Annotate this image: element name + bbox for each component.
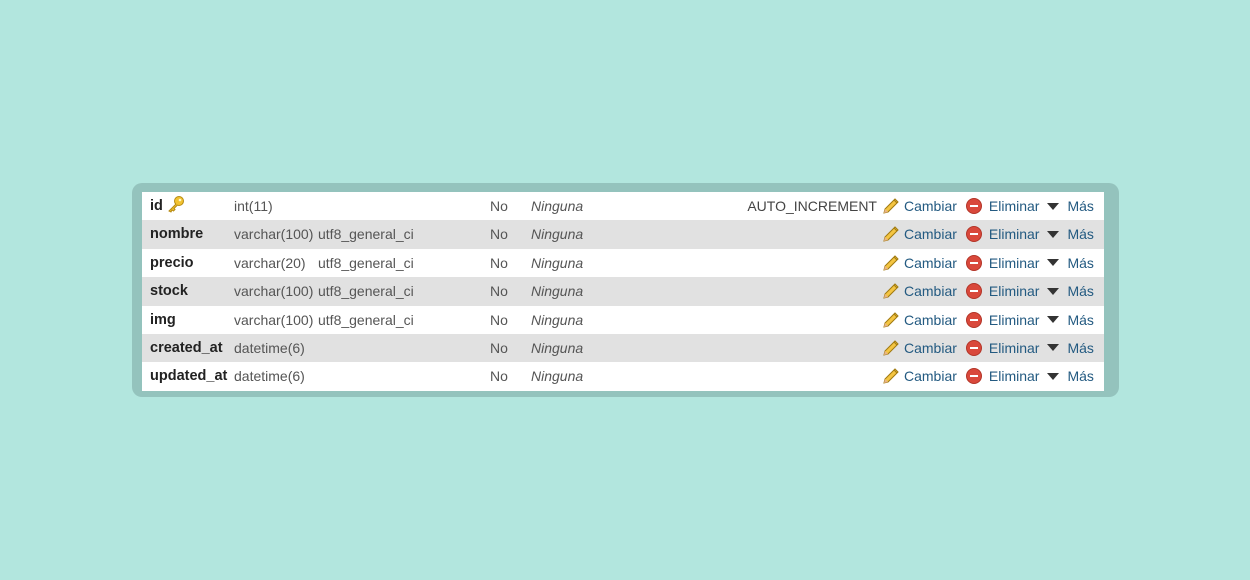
column-type: varchar(20): [234, 254, 306, 271]
drop-icon[interactable]: [965, 339, 982, 356]
chevron-down-icon[interactable]: [1047, 372, 1060, 380]
column-type: varchar(100): [234, 226, 314, 243]
table-row: created_at datetime(6) No Ninguna Cambia…: [142, 333, 1104, 363]
table-row: updated_at datetime(6) No Ninguna Cambia…: [142, 362, 1104, 391]
column-collation: utf8_general_ci: [318, 254, 414, 271]
column-null: No: [490, 311, 508, 328]
row-actions: Cambiar Eliminar Más: [882, 249, 1094, 277]
column-default: Ninguna: [531, 339, 584, 356]
column-name: updated_at: [150, 368, 228, 385]
drop-button[interactable]: Eliminar: [989, 249, 1040, 277]
row-actions: Cambiar Eliminar Más: [882, 220, 1094, 248]
column-name: precio: [150, 254, 194, 271]
change-button[interactable]: Cambiar: [904, 362, 957, 390]
drop-button[interactable]: Eliminar: [989, 277, 1040, 305]
drop-button[interactable]: Eliminar: [989, 220, 1040, 248]
drop-icon[interactable]: [965, 226, 982, 243]
row-actions: Cambiar Eliminar Más: [882, 306, 1094, 334]
column-null: No: [490, 198, 508, 214]
column-collation: utf8_general_ci: [318, 311, 414, 328]
column-name: created_at: [150, 339, 223, 356]
more-button[interactable]: Más: [1067, 362, 1093, 390]
table-row: id int(11) No Ninguna AUTO_INCREMENT Cam…: [142, 192, 1104, 221]
table-row: stock varchar(100) utf8_general_ci No Ni…: [142, 277, 1104, 306]
column-name: nombre: [150, 226, 204, 243]
chevron-down-icon[interactable]: [1047, 259, 1060, 267]
more-button[interactable]: Más: [1067, 220, 1093, 248]
table-row: precio varchar(20) utf8_general_ci No Ni…: [142, 248, 1104, 278]
drop-icon[interactable]: [965, 368, 982, 385]
pencil-icon[interactable]: [882, 254, 900, 272]
more-button[interactable]: Más: [1067, 306, 1093, 334]
structure-table: id int(11) No Ninguna AUTO_INCREMENT Cam…: [142, 192, 1104, 391]
pencil-icon[interactable]: [882, 282, 900, 300]
column-default: Ninguna: [531, 368, 584, 385]
column-extra: AUTO_INCREMENT: [747, 198, 877, 214]
pencil-icon[interactable]: [882, 367, 900, 385]
column-default: Ninguna: [531, 283, 584, 300]
column-default: Ninguna: [531, 226, 584, 243]
column-name: stock: [150, 283, 188, 300]
pencil-icon[interactable]: [882, 225, 900, 243]
change-button[interactable]: Cambiar: [904, 192, 957, 220]
pencil-icon[interactable]: [882, 311, 900, 329]
column-type: int(11): [234, 198, 273, 214]
column-collation: utf8_general_ci: [318, 226, 414, 243]
column-type: datetime(6): [234, 339, 305, 356]
column-null: No: [490, 339, 508, 356]
column-null: No: [490, 368, 508, 385]
row-actions: Cambiar Eliminar Más: [882, 362, 1094, 390]
drop-icon[interactable]: [965, 254, 982, 271]
more-button[interactable]: Más: [1067, 334, 1093, 362]
drop-button[interactable]: Eliminar: [989, 334, 1040, 362]
pencil-icon[interactable]: [882, 339, 900, 357]
drop-button[interactable]: Eliminar: [989, 192, 1040, 220]
column-default: Ninguna: [531, 254, 584, 271]
chevron-down-icon[interactable]: [1047, 202, 1060, 210]
drop-button[interactable]: Eliminar: [989, 306, 1040, 334]
column-name: img: [150, 311, 176, 328]
drop-icon[interactable]: [965, 283, 982, 300]
chevron-down-icon[interactable]: [1047, 344, 1060, 352]
column-type: varchar(100): [234, 311, 314, 328]
chevron-down-icon[interactable]: [1047, 287, 1060, 295]
change-button[interactable]: Cambiar: [904, 249, 957, 277]
drop-icon[interactable]: [965, 311, 982, 328]
column-default: Ninguna: [531, 311, 584, 328]
column-default: Ninguna: [531, 198, 584, 214]
change-button[interactable]: Cambiar: [904, 306, 957, 334]
chevron-down-icon[interactable]: [1047, 230, 1060, 238]
drop-button[interactable]: Eliminar: [989, 362, 1040, 390]
column-null: No: [490, 226, 508, 243]
row-actions: Cambiar Eliminar Más: [882, 277, 1094, 305]
more-button[interactable]: Más: [1067, 192, 1093, 220]
primary-key-icon: [168, 196, 184, 213]
drop-icon[interactable]: [965, 198, 982, 214]
column-null: No: [490, 254, 508, 271]
column-type: varchar(100): [234, 283, 314, 300]
column-collation: utf8_general_ci: [318, 283, 414, 300]
change-button[interactable]: Cambiar: [904, 220, 957, 248]
column-name: id: [150, 192, 186, 220]
row-actions: Cambiar Eliminar Más: [882, 334, 1094, 362]
row-actions: Cambiar Eliminar Más: [882, 192, 1094, 220]
change-button[interactable]: Cambiar: [904, 277, 957, 305]
chevron-down-icon[interactable]: [1047, 316, 1060, 324]
table-row: img varchar(100) utf8_general_ci No Ning…: [142, 305, 1104, 334]
table-frame: id int(11) No Ninguna AUTO_INCREMENT Cam…: [132, 183, 1119, 397]
more-button[interactable]: Más: [1067, 277, 1093, 305]
table-row: nombre varchar(100) utf8_general_ci No N…: [142, 220, 1104, 249]
pencil-icon[interactable]: [882, 197, 900, 215]
change-button[interactable]: Cambiar: [904, 334, 957, 362]
column-type: datetime(6): [234, 368, 305, 385]
column-null: No: [490, 283, 508, 300]
more-button[interactable]: Más: [1067, 249, 1093, 277]
